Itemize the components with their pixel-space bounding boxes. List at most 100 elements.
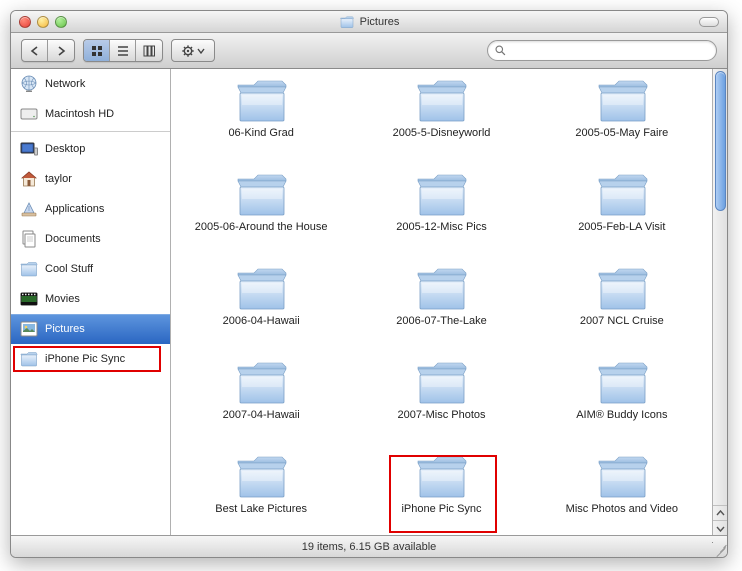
folder-label: 2005-5-Disneyworld [393, 127, 491, 140]
folder-icon [593, 451, 651, 501]
folder-icon [19, 259, 39, 279]
folder-item[interactable]: 2005-5-Disneyworld [351, 75, 531, 167]
titlebar[interactable]: Pictures [11, 11, 727, 33]
folder-label: 2006-04-Hawaii [223, 315, 300, 328]
sidebar-item-label: Applications [45, 203, 104, 215]
folder-label: iPhone Pic Sync [401, 503, 481, 516]
search-icon [494, 44, 507, 57]
sidebar-item-applications[interactable]: Applications [11, 194, 170, 224]
folder-icon [232, 451, 290, 501]
chevron-down-icon [716, 524, 725, 533]
scroll-up-button[interactable] [713, 505, 728, 520]
sidebar-item-network[interactable]: Network [11, 69, 170, 99]
folder-icon [593, 169, 651, 219]
status-text: 19 items, 6.15 GB available [302, 541, 437, 553]
folder-label: 2005-Feb-LA Visit [578, 221, 665, 234]
folder-item[interactable]: 2005-12-Misc Pics [351, 169, 531, 261]
folder-icon [593, 357, 651, 407]
folder-label: 2007-Misc Photos [397, 409, 485, 422]
folder-item[interactable]: 2007 NCL Cruise [532, 263, 712, 355]
sidebar-item-cool-stuff[interactable]: Cool Stuff [11, 254, 170, 284]
folder-item[interactable]: Misc Photos and Video [532, 451, 712, 535]
window-title: Pictures [360, 16, 400, 28]
sidebar[interactable]: Network Macintosh HD Desktop taylor Appl… [11, 69, 171, 535]
sidebar-item-label: Cool Stuff [45, 263, 93, 275]
folder-label: 2007 NCL Cruise [580, 315, 664, 328]
sidebar-item-label: Pictures [45, 323, 85, 335]
chevron-down-icon [197, 47, 205, 55]
folder-item[interactable]: 2006-04-Hawaii [171, 263, 351, 355]
icon-view-button[interactable] [84, 40, 110, 61]
search-input[interactable] [511, 45, 710, 57]
desktop-icon [19, 139, 39, 159]
list-view-button[interactable] [110, 40, 136, 61]
folder-icon [412, 263, 470, 313]
folder-label: Best Lake Pictures [215, 503, 307, 516]
back-button[interactable] [22, 40, 48, 61]
folder-item[interactable]: Best Lake Pictures [171, 451, 351, 535]
folder-icon [593, 263, 651, 313]
icon-view[interactable]: 06-Kind Grad 2005-5-Disneyworld 2005-05-Ma… [171, 69, 712, 535]
close-button[interactable] [19, 16, 31, 28]
resize-grip[interactable] [712, 542, 725, 555]
action-menu-button[interactable] [171, 39, 215, 62]
folder-item[interactable]: 2007-04-Hawaii [171, 357, 351, 449]
folder-item[interactable]: iPhone Pic Sync [351, 451, 531, 535]
gear-icon [181, 44, 195, 58]
forward-button[interactable] [48, 40, 74, 61]
folder-item[interactable]: 2005-06-Around the House [171, 169, 351, 261]
title-folder-icon [339, 14, 355, 30]
docs-icon [19, 229, 39, 249]
folder-label: 2007-04-Hawaii [223, 409, 300, 422]
folder-icon [593, 75, 651, 125]
sidebar-item-iphone-pic-sync[interactable]: iPhone Pic Sync [11, 344, 170, 374]
hd-icon [19, 104, 39, 124]
folder-label: 2005-12-Misc Pics [396, 221, 486, 234]
folder-label: 06-Kind Grad [228, 127, 293, 140]
sidebar-item-movies[interactable]: Movies [11, 284, 170, 314]
folder-label: AIM® Buddy Icons [576, 409, 667, 422]
sidebar-item-macintosh-hd[interactable]: Macintosh HD [11, 99, 170, 129]
column-view-button[interactable] [136, 40, 162, 61]
minimize-button[interactable] [37, 16, 49, 28]
folder-item[interactable]: 2005-05-May Faire [532, 75, 712, 167]
folder-icon [232, 75, 290, 125]
folder-icon [412, 169, 470, 219]
folder-item[interactable]: 2007-Misc Photos [351, 357, 531, 449]
folder-icon [412, 75, 470, 125]
folder-item[interactable]: AIM® Buddy Icons [532, 357, 712, 449]
movies-icon [19, 289, 39, 309]
pictures-icon [19, 319, 39, 339]
folder-item[interactable]: 06-Kind Grad [171, 75, 351, 167]
sidebar-item-label: Network [45, 78, 85, 90]
globe-icon [19, 74, 39, 94]
chevron-up-icon [716, 509, 725, 518]
search-field[interactable] [487, 40, 717, 61]
sidebar-divider [11, 131, 170, 132]
sidebar-item-pictures[interactable]: Pictures [11, 314, 170, 344]
sidebar-item-documents[interactable]: Documents [11, 224, 170, 254]
sidebar-item-label: Movies [45, 293, 80, 305]
toolbar-pill-button[interactable] [699, 17, 719, 27]
home-icon [19, 169, 39, 189]
folder-item[interactable]: 2005-Feb-LA Visit [532, 169, 712, 261]
sidebar-item-desktop[interactable]: Desktop [11, 134, 170, 164]
folder-label: Misc Photos and Video [566, 503, 678, 516]
folder-item[interactable]: 2006-07-The-Lake [351, 263, 531, 355]
finder-window: Pictures [10, 10, 728, 558]
folder-icon [412, 357, 470, 407]
folder-icon [232, 357, 290, 407]
folder-icon [232, 169, 290, 219]
sidebar-item-label: Desktop [45, 143, 85, 155]
chevron-right-icon [56, 46, 66, 56]
scroll-down-button[interactable] [713, 520, 728, 535]
vertical-scrollbar[interactable] [712, 69, 727, 535]
list-icon [117, 45, 129, 57]
apps-icon [19, 199, 39, 219]
view-mode-segment [83, 39, 163, 62]
columns-icon [143, 45, 155, 57]
zoom-button[interactable] [55, 16, 67, 28]
sidebar-item-home[interactable]: taylor [11, 164, 170, 194]
content-area: 06-Kind Grad 2005-5-Disneyworld 2005-05-Ma… [171, 69, 727, 535]
scroll-thumb[interactable] [715, 71, 726, 211]
